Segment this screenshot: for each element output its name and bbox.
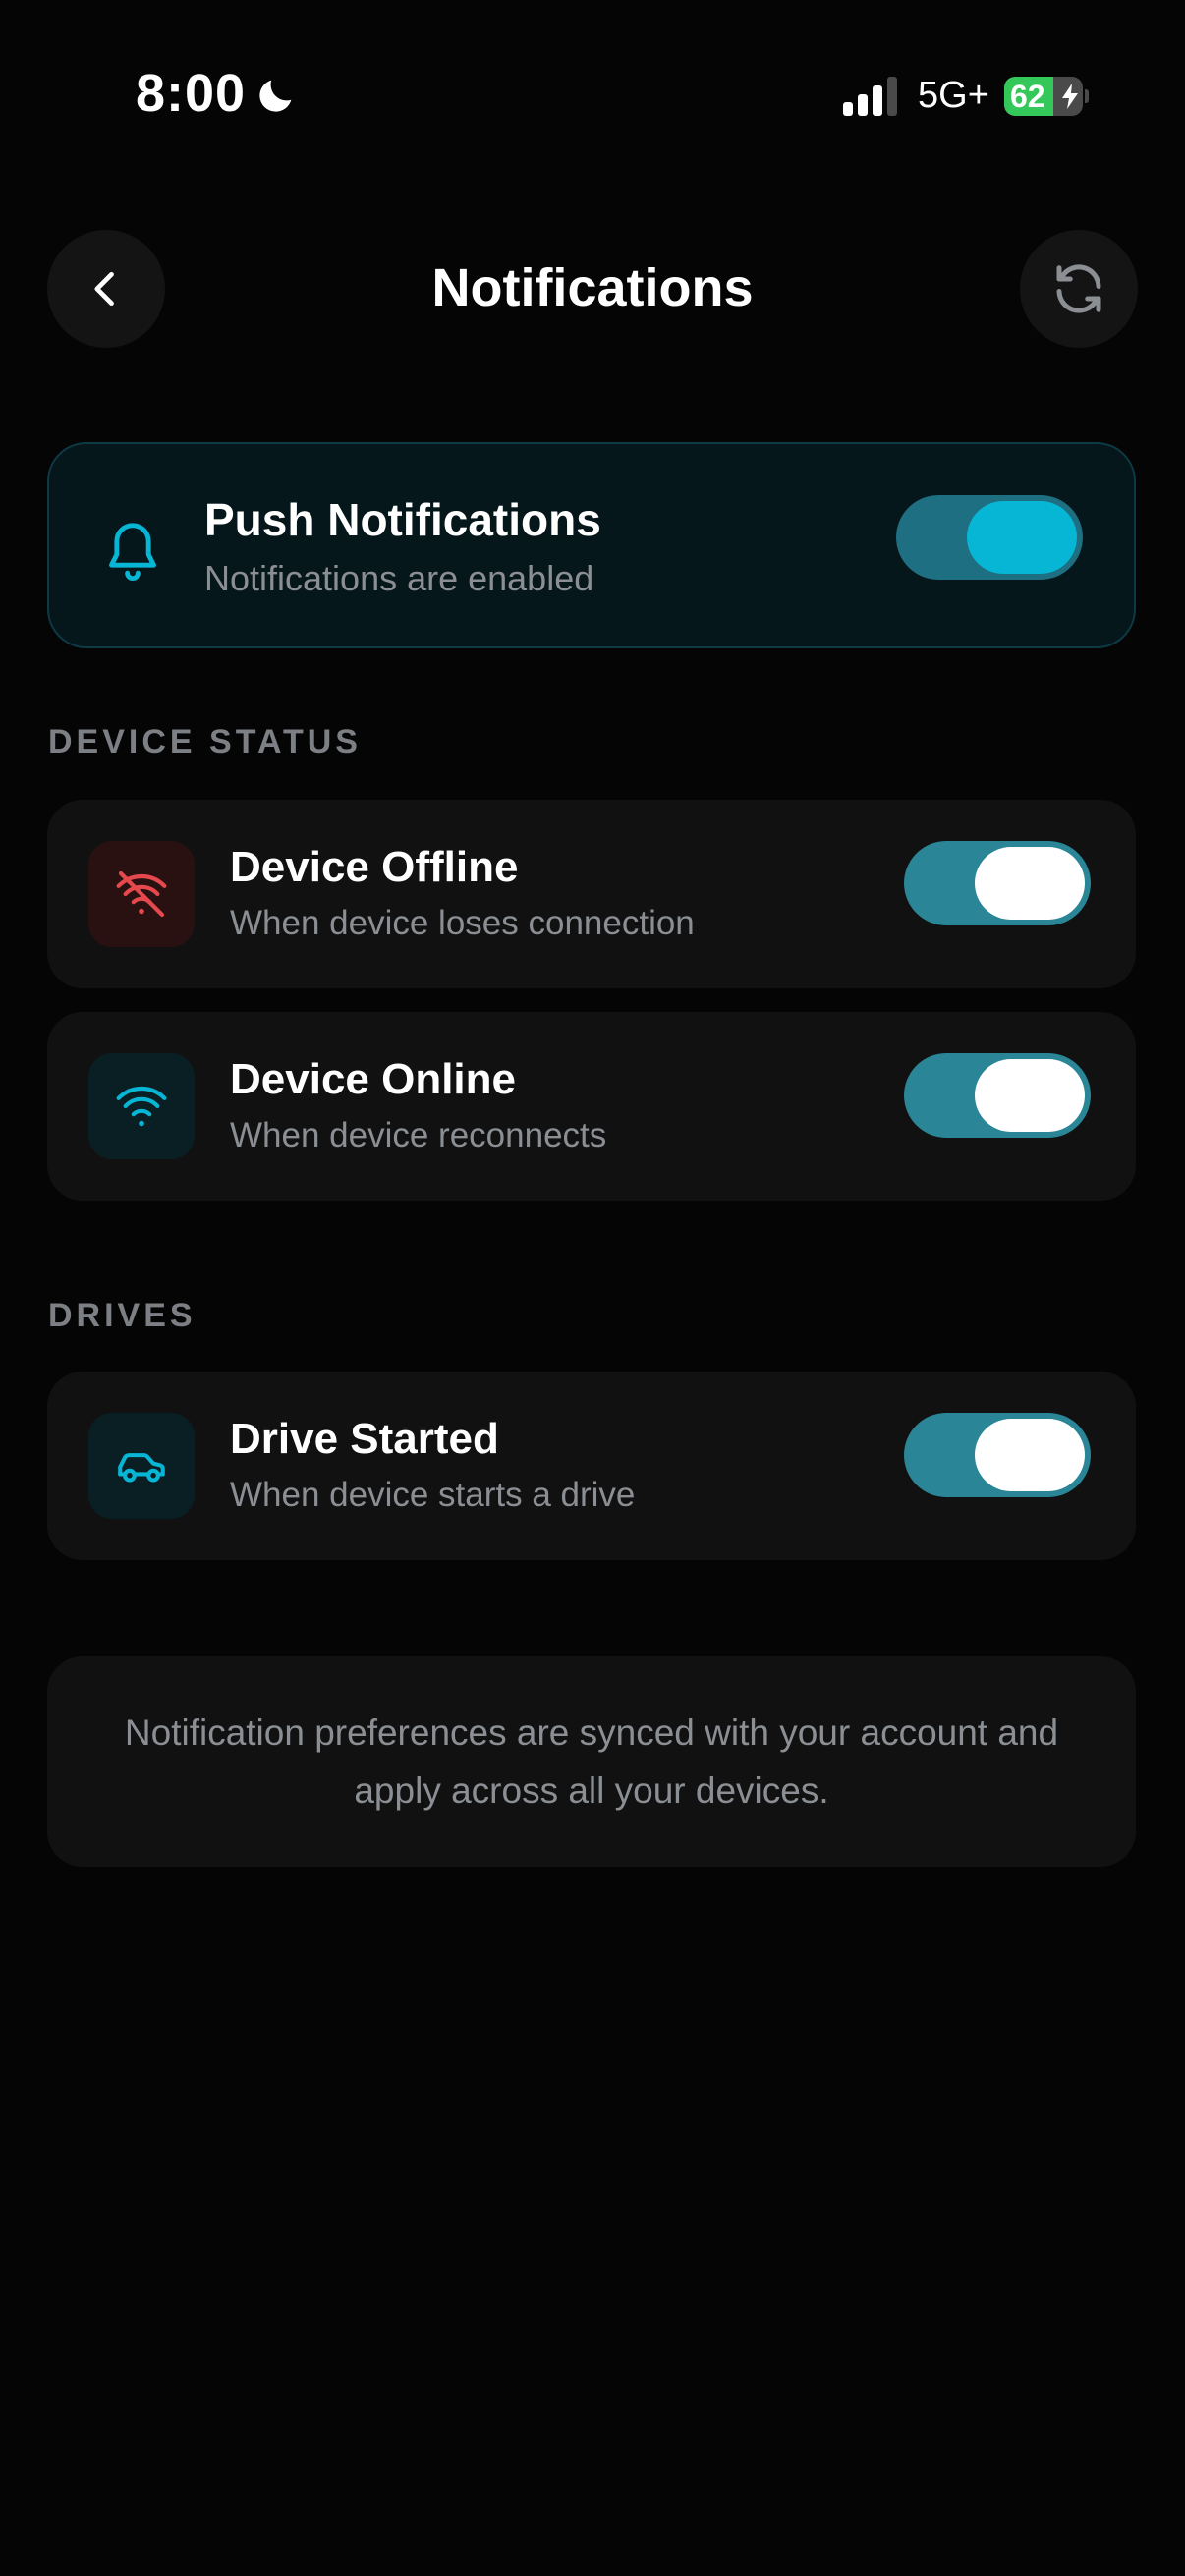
setting-row-drive-started: Drive Started When device starts a drive: [47, 1372, 1136, 1560]
drive-started-toggle[interactable]: [904, 1413, 1091, 1497]
drive-started-icon-box: [88, 1413, 195, 1519]
device-offline-icon-box: [88, 841, 195, 947]
battery-percent: 62: [1010, 79, 1045, 114]
toggle-knob: [975, 1419, 1085, 1491]
battery-charging-icon: [1062, 84, 1078, 109]
moon-icon: [259, 80, 292, 112]
device-online-icon-box: [88, 1053, 195, 1159]
car-icon: [118, 1453, 165, 1483]
section-label-drives: DRIVES: [48, 1297, 197, 1334]
drive-started-title: Drive Started: [230, 1415, 499, 1463]
wifi-icon: [116, 1087, 167, 1127]
device-online-subtitle: When device reconnects: [230, 1116, 607, 1154]
device-online-toggle[interactable]: [904, 1053, 1091, 1138]
battery-cap: [1085, 89, 1089, 103]
drive-started-subtitle: When device starts a drive: [230, 1476, 636, 1514]
toggle-knob: [975, 847, 1085, 920]
wifi-off-icon: [116, 870, 167, 918]
network-type: 5G+: [918, 75, 989, 116]
signal-bars-icon: [843, 77, 897, 116]
section-label-device-status: DEVICE STATUS: [48, 723, 362, 760]
push-notifications-subtitle: Notifications are enabled: [204, 558, 594, 598]
device-online-title: Device Online: [230, 1055, 517, 1103]
battery-indicator: 62: [1004, 77, 1083, 116]
device-offline-title: Device Offline: [230, 843, 519, 891]
push-notifications-title: Push Notifications: [204, 494, 601, 545]
refresh-button[interactable]: [1020, 230, 1138, 348]
setting-row-device-offline: Device Offline When device loses connect…: [47, 800, 1136, 988]
device-offline-toggle[interactable]: [904, 841, 1091, 925]
refresh-icon: [1056, 264, 1101, 313]
toggle-knob: [975, 1059, 1085, 1132]
bell-icon: [109, 523, 156, 581]
status-time: 8:00: [136, 64, 247, 123]
status-bar: 8:00 5G+ 62: [0, 0, 1185, 196]
device-offline-subtitle: When device loses connection: [230, 904, 695, 942]
setting-row-device-online: Device Online When device reconnects: [47, 1012, 1136, 1201]
push-notifications-card: Push Notifications Notifications are ena…: [47, 442, 1136, 648]
sync-info-card: Notification preferences are synced with…: [47, 1656, 1136, 1867]
page-title: Notifications: [431, 258, 754, 317]
toggle-knob: [967, 501, 1077, 574]
sync-info-text: Notification preferences are synced with…: [124, 1712, 1059, 1811]
push-notifications-toggle[interactable]: [896, 495, 1083, 580]
